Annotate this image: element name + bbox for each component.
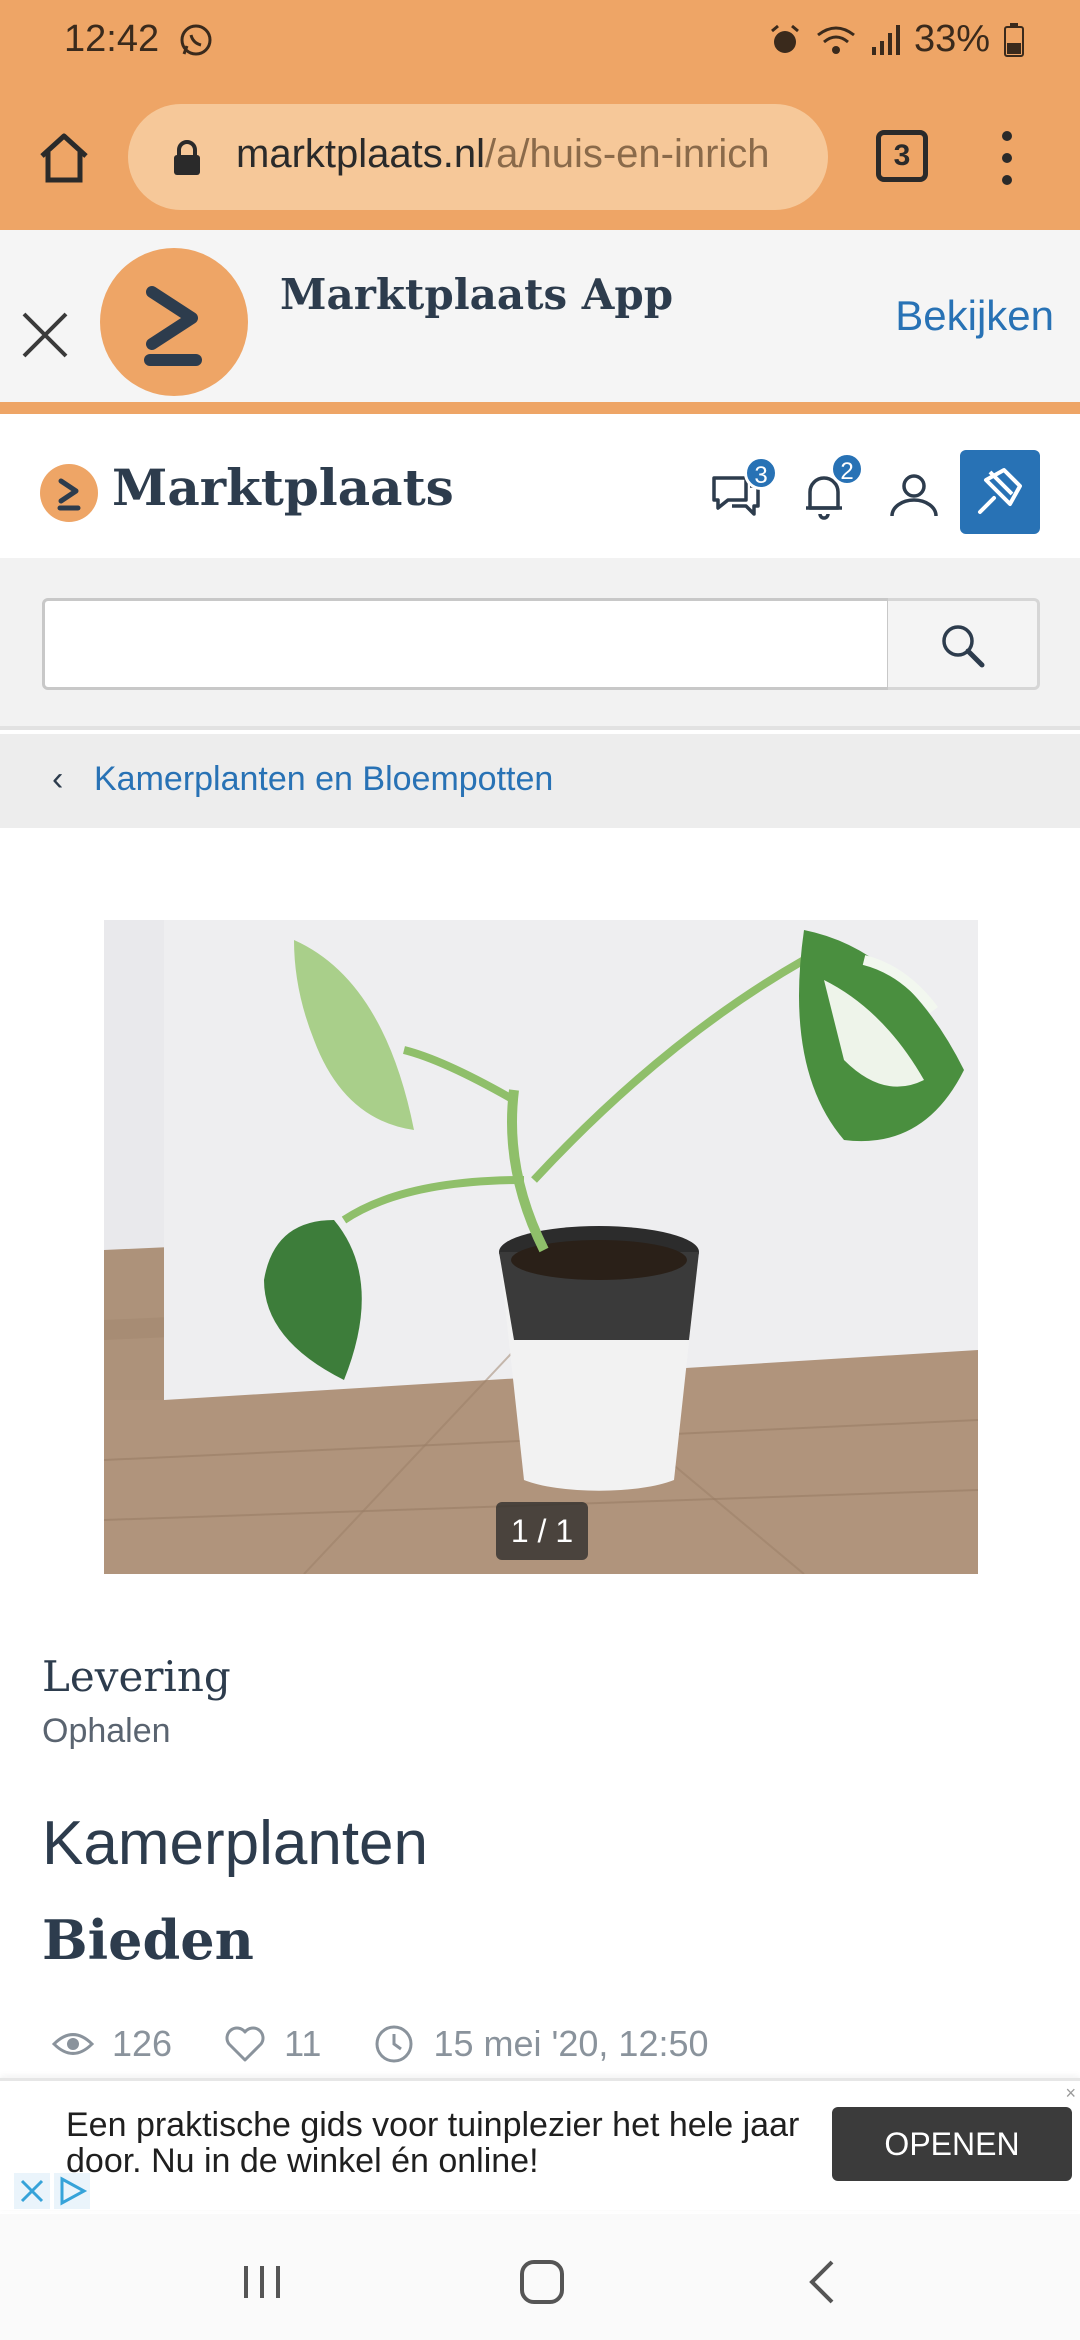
marktplaats-app-logo [100, 248, 248, 396]
messages-icon[interactable]: 3 [706, 456, 778, 526]
listing-stats: 126 11 15 mei '20, 12:50 [52, 2018, 761, 2070]
site-header: Marktplaats 3 2 [0, 426, 1080, 558]
ad-choices[interactable] [14, 2173, 92, 2209]
views-stat: 126 [52, 2023, 172, 2065]
app-install-banner: Marktplaats App Bekijken [0, 230, 1080, 414]
browser-chrome: 12:42 33% marktplaats.nl/a/huis-en-inric… [0, 0, 1080, 230]
search-button[interactable] [888, 598, 1040, 690]
notifications-badge: 2 [830, 452, 864, 486]
notifications-icon[interactable]: 2 [796, 452, 864, 526]
site-name[interactable]: Marktplaats [112, 458, 454, 517]
clock-icon [375, 2025, 413, 2063]
views-count: 126 [112, 2023, 173, 2064]
home-icon[interactable] [34, 128, 94, 188]
listing-photo[interactable]: 1 / 1 [104, 920, 978, 1574]
recent-apps-icon[interactable] [234, 2254, 290, 2310]
battery-icon [1004, 22, 1024, 57]
place-ad-button[interactable] [960, 450, 1040, 534]
lock-icon [172, 140, 202, 176]
pin-icon [978, 468, 1022, 514]
address-bar[interactable]: marktplaats.nl/a/huis-en-inrich [128, 104, 828, 210]
breadcrumb-category-link[interactable]: Kamerplanten en Bloempotten [94, 760, 553, 799]
view-app-link[interactable]: Bekijken [895, 292, 1054, 340]
url-text: marktplaats.nl/a/huis-en-inrich [236, 132, 770, 177]
signal-icon [870, 23, 900, 57]
favorites-stat: 11 [224, 2023, 321, 2065]
close-icon[interactable] [20, 310, 70, 360]
home-nav-icon[interactable] [514, 2254, 570, 2310]
chevron-left-icon[interactable]: ‹ [52, 760, 63, 799]
breadcrumb: ‹ Kamerplanten en Bloempotten [0, 734, 1080, 828]
system-nav-bar [0, 2214, 1080, 2340]
url-path: /a/huis-en-inrich [484, 132, 770, 176]
url-domain: marktplaats.nl [236, 132, 485, 176]
user-icon[interactable] [884, 466, 944, 526]
ad-close-icon[interactable]: × [1065, 2083, 1076, 2104]
search-input[interactable] [42, 598, 890, 690]
app-name: Marktplaats App [280, 270, 674, 319]
ad-open-button[interactable]: OPENEN [832, 2107, 1072, 2181]
search-icon [942, 625, 985, 668]
posted-stat: 15 mei '20, 12:50 [373, 2023, 709, 2065]
search-section [0, 558, 1080, 730]
status-time: 12:42 [64, 18, 160, 60]
listing-price: Bieden [42, 1908, 254, 1972]
more-menu-icon[interactable] [992, 126, 1022, 190]
delivery-value: Ophalen [42, 1712, 171, 1750]
delivery-label: Levering [42, 1652, 231, 1701]
listing-title: Kamerplanten [42, 1809, 429, 1878]
marktplaats-logo-icon[interactable] [40, 464, 98, 522]
plant-photo-illustration [104, 920, 978, 1574]
adchoices-icon[interactable] [54, 2173, 90, 2209]
alarm-icon [768, 23, 802, 57]
photo-counter: 1 / 1 [496, 1502, 588, 1560]
heart-icon [225, 2026, 265, 2062]
listing-detail: 1 / 1 Levering Ophalen Kamerplanten Bied… [0, 828, 1080, 2084]
ad-text: Een praktische gids voor tuinplezier het… [66, 2106, 800, 2180]
whatsapp-icon [178, 22, 214, 58]
tab-switcher-button[interactable]: 3 [876, 130, 928, 182]
favorites-count: 11 [284, 2023, 322, 2064]
battery-label: 33% [913, 18, 990, 60]
status-indicators: 33% [768, 18, 1024, 61]
status-bar: 12:42 33% [0, 0, 1080, 84]
messages-badge: 3 [744, 456, 778, 490]
back-icon[interactable] [796, 2254, 852, 2310]
url-bar-row: marktplaats.nl/a/huis-en-inrich 3 [0, 100, 1080, 216]
advertisement-banner[interactable]: × Een praktische gids voor tuinplezier h… [0, 2078, 1080, 2210]
ad-close-x-icon[interactable] [14, 2173, 50, 2209]
eye-icon [52, 2033, 94, 2055]
posted-date: 15 mei '20, 12:50 [433, 2023, 709, 2064]
wifi-icon [816, 23, 856, 57]
